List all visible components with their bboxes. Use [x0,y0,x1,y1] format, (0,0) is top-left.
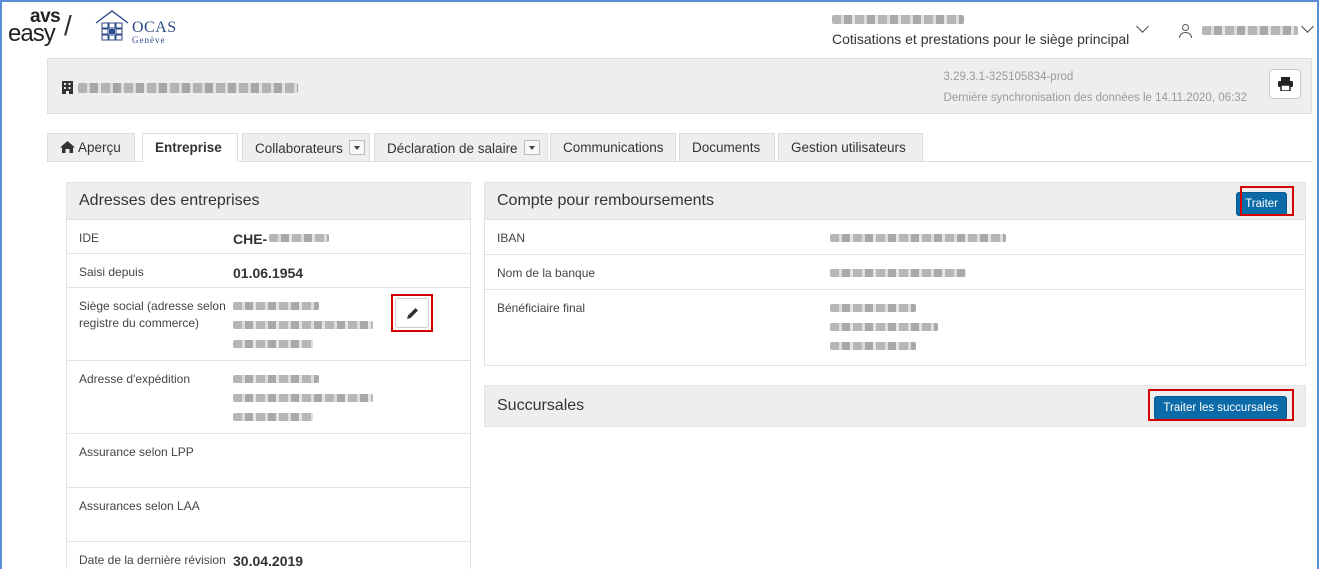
nom-banque-value-redacted [830,269,966,288]
version-info: 3.29.3.1-325105834-prod Dernière synchro… [944,67,1247,109]
ide-label: IDE [79,231,100,245]
avs-easy-logo[interactable]: avs easy [8,6,61,48]
ocas-emblem-icon [95,10,129,41]
top-bar: avs easy / OCAS Genève Cotisations et pr [2,2,1317,52]
refund-account-panel: Compte pour remboursements Traiter IBAN … [484,182,1306,366]
declaration-dropdown-icon[interactable] [523,140,540,155]
tab-entreprise-label: Entreprise [155,140,222,155]
tab-entreprise[interactable]: Entreprise [142,133,238,162]
organisation-banner: 3.29.3.1-325105834-prod Dernière synchro… [47,58,1312,114]
tab-communications-label: Communications [563,140,664,155]
username-redacted[interactable] [1202,26,1298,35]
row-assurance-laa: Assurances selon LAA [67,487,470,541]
tab-documents-label: Documents [692,140,761,155]
tab-gestion-utilisateurs[interactable]: Gestion utilisateurs [778,133,923,161]
row-beneficiaire-final: Bénéficiaire final [485,289,1305,365]
user-icon[interactable] [1179,24,1192,38]
sync-timestamp: Dernière synchronisation des données le … [943,92,1247,104]
context-selector[interactable]: Cotisations et prestations pour le siège… [832,12,1129,47]
adresse-expedition-redacted [233,375,373,432]
building-icon [62,81,73,97]
row-nom-banque: Nom de la banque [485,254,1305,289]
siege-social-label: Siège social (adresse selon registre du … [79,299,226,330]
tab-communications[interactable]: Communications [550,133,676,161]
ide-value: CHE- [233,231,330,247]
derniere-revision-value: 30.04.2019 [233,553,304,569]
iban-label: IBAN [497,231,526,245]
tab-documents[interactable]: Documents [679,133,775,161]
derniere-revision-label: Date de la dernière révision [79,553,226,567]
tab-collaborateurs-label: Collaborateurs [255,141,343,156]
version-number: 3.29.3.1-325105834-prod [943,71,1074,83]
context-name-redacted [832,15,964,24]
app-window: avs easy / OCAS Genève Cotisations et pr [0,0,1319,569]
collaborateurs-dropdown-icon[interactable] [348,140,365,155]
highlight-traiter-succursales-button [1148,389,1294,421]
row-assurance-lpp: Assurance selon LPP [67,433,470,487]
tab-gestion-label: Gestion utilisateurs [791,140,906,155]
nom-banque-label: Nom de la banque [497,266,596,280]
saisi-depuis-label: Saisi depuis [79,265,144,279]
beneficiaire-final-label: Bénéficiaire final [497,301,586,315]
logo-easy-text: easy [8,20,56,47]
assurance-laa-label: Assurances selon LAA [79,499,200,513]
row-derniere-revision: Date de la dernière révision 30.04.2019 [67,541,470,569]
context-label: Cotisations et prestations pour le siège… [832,31,1130,47]
row-siege-social: Siège social (adresse selon registre du … [67,287,470,360]
tab-apercu-label: Aperçu [78,140,121,155]
row-iban: IBAN [485,219,1305,254]
adresse-expedition-label: Adresse d'expédition [79,372,191,386]
user-menu-chevron-down-icon[interactable] [1301,20,1314,33]
branches-panel: Succursales Traiter les succursales [484,385,1306,427]
organisation-name-redacted [78,83,298,93]
ocas-logo-sub: Genève [132,35,166,45]
ocas-logo[interactable]: OCAS Genève [94,9,186,45]
highlight-traiter-button [1240,186,1294,216]
tab-apercu[interactable]: Aperçu [47,133,135,161]
row-saisi-depuis: Saisi depuis 01.06.1954 [67,253,470,287]
addresses-panel-title: Adresses des entreprises [67,183,470,219]
row-adresse-expedition: Adresse d'expédition [67,360,470,433]
tab-collaborateurs[interactable]: Collaborateurs [242,133,370,161]
row-ide: IDE CHE- [67,219,470,253]
highlight-edit-button [391,294,433,332]
assurance-lpp-label: Assurance selon LPP [79,445,194,459]
printer-icon [1278,77,1293,91]
refund-account-title: Compte pour remboursements [485,183,1305,219]
tab-declaration-salaire[interactable]: Déclaration de salaire [374,133,548,161]
iban-value-redacted [830,234,1006,253]
home-icon [60,141,75,153]
context-chevron-down-icon[interactable] [1136,20,1149,33]
tab-declaration-label: Déclaration de salaire [387,141,518,156]
siege-social-address-redacted [233,302,373,359]
addresses-panel: Adresses des entreprises IDE CHE- Saisi … [66,182,471,569]
logo-separator: / [64,10,72,41]
beneficiaire-value-redacted [830,304,938,361]
saisi-depuis-value: 01.06.1954 [233,265,304,281]
print-button[interactable] [1269,69,1301,99]
